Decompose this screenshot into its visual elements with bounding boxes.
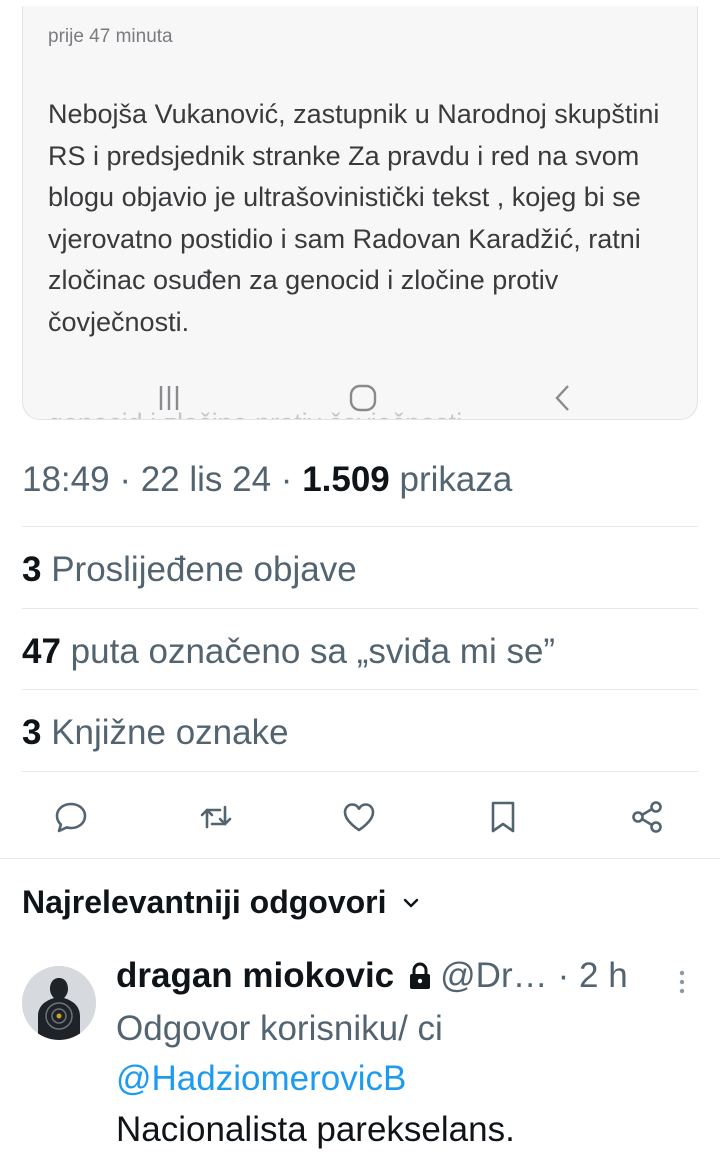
- bookmarks-label: Knjižne oznake: [41, 713, 289, 752]
- reply-to-line: Odgovor korisniku/ ci @HadziomerovicB: [116, 1004, 676, 1104]
- like-button[interactable]: [332, 790, 386, 844]
- android-nav-bar: [23, 378, 697, 418]
- reposts-label: Proslijeđene objave: [41, 550, 357, 589]
- likes-stat[interactable]: 47 puta označeno sa „sviđa mi se”: [22, 632, 555, 672]
- views-count[interactable]: 1.509: [302, 460, 390, 499]
- home-icon: [333, 378, 393, 418]
- reply-button[interactable]: [44, 790, 98, 844]
- reposts-count: 3: [22, 550, 42, 589]
- likes-label: puta označeno sa „sviđa mi se”: [60, 632, 556, 671]
- embedded-post-text: Nebojša Vukanović, zastupnik u Narodnoj …: [48, 99, 660, 337]
- divider: [22, 608, 698, 609]
- views-label: prikaza: [389, 460, 513, 499]
- divider: [22, 526, 698, 527]
- replies-heading: Najrelevantniji odgovori: [22, 884, 387, 920]
- bookmark-button[interactable]: [476, 790, 530, 844]
- bookmarks-stat[interactable]: 3 Knjižne oznake: [22, 713, 289, 753]
- post-meta: 18:49 · 22 lis 24 · 1.509 prikaza: [22, 460, 512, 500]
- meta-separator: ·: [271, 460, 303, 499]
- action-bar: [0, 790, 720, 844]
- avatar[interactable]: [22, 966, 96, 1040]
- reposts-stat[interactable]: 3 Proslijeđene objave: [22, 550, 357, 590]
- share-icon: [632, 801, 662, 833]
- reply-header: dragan miokovic @Dr… · 2 h: [116, 956, 628, 996]
- share-button[interactable]: [620, 790, 674, 844]
- divider: [0, 858, 720, 859]
- likes-count: 47: [22, 632, 61, 671]
- reply-time: 2 h: [579, 956, 628, 995]
- repost-button[interactable]: [189, 790, 243, 844]
- reply-author-name[interactable]: dragan miokovic: [116, 956, 394, 996]
- embedded-post-screenshot: prije 47 minuta Nebojša Vukanović, zastu…: [22, 6, 698, 420]
- reply-author-handle[interactable]: @Dr…: [440, 956, 547, 996]
- meta-separator: ·: [109, 460, 141, 499]
- reply-to-label: Odgovor korisniku/ ci: [116, 1009, 443, 1048]
- reply-text: Nacionalista parekselans.: [116, 1110, 515, 1149]
- replies-sort-selector[interactable]: Najrelevantniji odgovori: [22, 884, 421, 921]
- bookmarks-count: 3: [22, 713, 42, 752]
- recent-apps-icon: [139, 378, 199, 418]
- chevron-down-icon: [401, 893, 421, 913]
- lock-icon: [408, 962, 432, 990]
- divider: [22, 771, 698, 772]
- divider: [22, 689, 698, 690]
- reply-icon: [55, 802, 87, 833]
- embedded-post-time: prije 47 minuta: [48, 26, 173, 47]
- bookmark-icon: [491, 801, 515, 833]
- post-date: 22 lis 24: [140, 460, 272, 499]
- back-icon: [533, 378, 593, 418]
- reply-to-mention[interactable]: @HadziomerovicB: [116, 1059, 406, 1098]
- time-separator: ·: [557, 956, 579, 995]
- post-time: 18:49: [22, 460, 110, 499]
- like-icon: [343, 803, 375, 832]
- more-options-icon[interactable]: [672, 962, 692, 1002]
- repost-icon: [200, 805, 232, 829]
